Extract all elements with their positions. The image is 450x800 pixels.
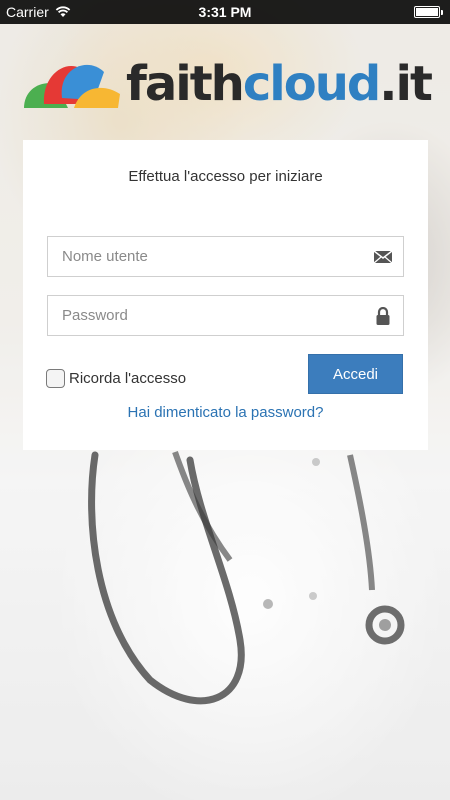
- login-title: Effettua l'accesso per iniziare: [128, 168, 323, 185]
- faithcloud-logo: faithcloud.it: [22, 54, 433, 114]
- logo-word-it: .it: [379, 56, 433, 112]
- clock: 3:31 PM: [198, 4, 252, 20]
- battery-icon: [414, 6, 443, 18]
- password-field[interactable]: [47, 295, 404, 336]
- remember-checkbox[interactable]: [46, 369, 65, 388]
- cloud-petals-logo-icon: [24, 64, 120, 108]
- username-field[interactable]: [47, 236, 404, 277]
- envelope-icon: [373, 250, 393, 264]
- remember-label: Ricorda l'accesso: [69, 370, 187, 387]
- login-card: Effettua l'accesso per iniziare Ricorda …: [23, 140, 428, 450]
- logo-word-cloud: cloud: [242, 56, 381, 112]
- login-button[interactable]: Accedi: [308, 354, 403, 394]
- username-input[interactable]: [48, 237, 348, 276]
- lock-icon: [376, 307, 390, 325]
- remember-me[interactable]: Ricorda l'accesso: [46, 369, 186, 388]
- password-input[interactable]: [48, 296, 348, 335]
- forgot-password-link[interactable]: Hai dimenticato la password?: [23, 404, 428, 421]
- status-bar: Carrier 3:31 PM: [0, 0, 450, 24]
- battery-fill: [416, 8, 438, 16]
- logo-word-faith: faith: [126, 56, 245, 112]
- logo-wordmark: faithcloud.it: [126, 54, 433, 114]
